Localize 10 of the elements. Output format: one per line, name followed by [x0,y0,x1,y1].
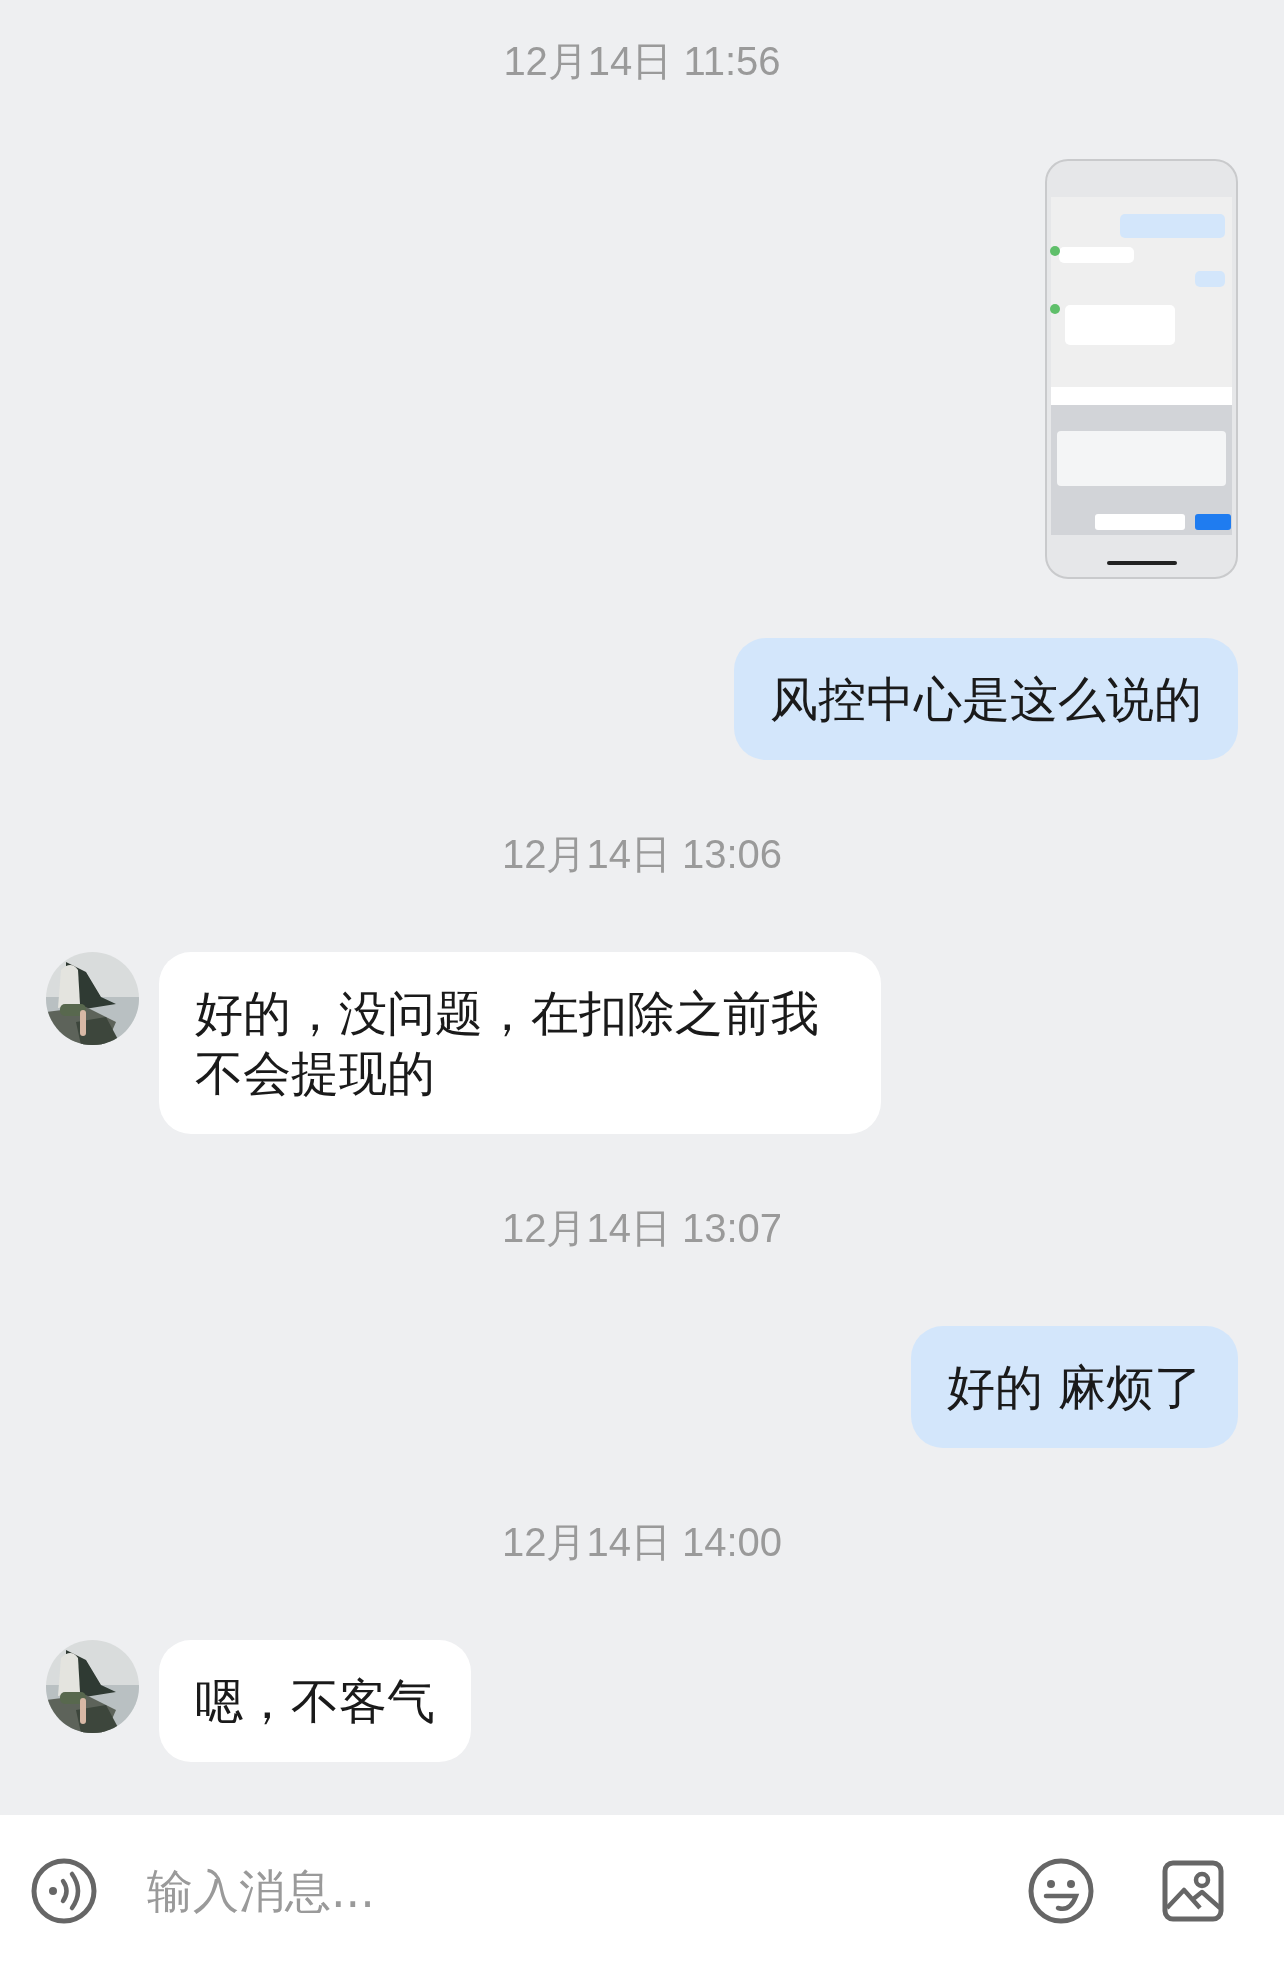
message-bubble: 好的 麻烦了 [910,1326,1238,1448]
emoji-icon[interactable] [1028,1857,1094,1924]
timestamp: 12月14日 13:06 [501,831,783,878]
message-bubble: 好的，没问题，在扣除之前我不会提现的 [159,952,881,1134]
timestamp: 12月14日 14:00 [501,1519,783,1566]
timestamp: 12月14日 13:07 [501,1205,783,1252]
timestamp: 12月14日 11:56 [503,38,781,85]
message-bubble: 嗯，不客气 [159,1640,471,1762]
message-bubble: 风控中心是这么说的 [734,638,1238,760]
voice-icon[interactable] [31,1857,97,1924]
